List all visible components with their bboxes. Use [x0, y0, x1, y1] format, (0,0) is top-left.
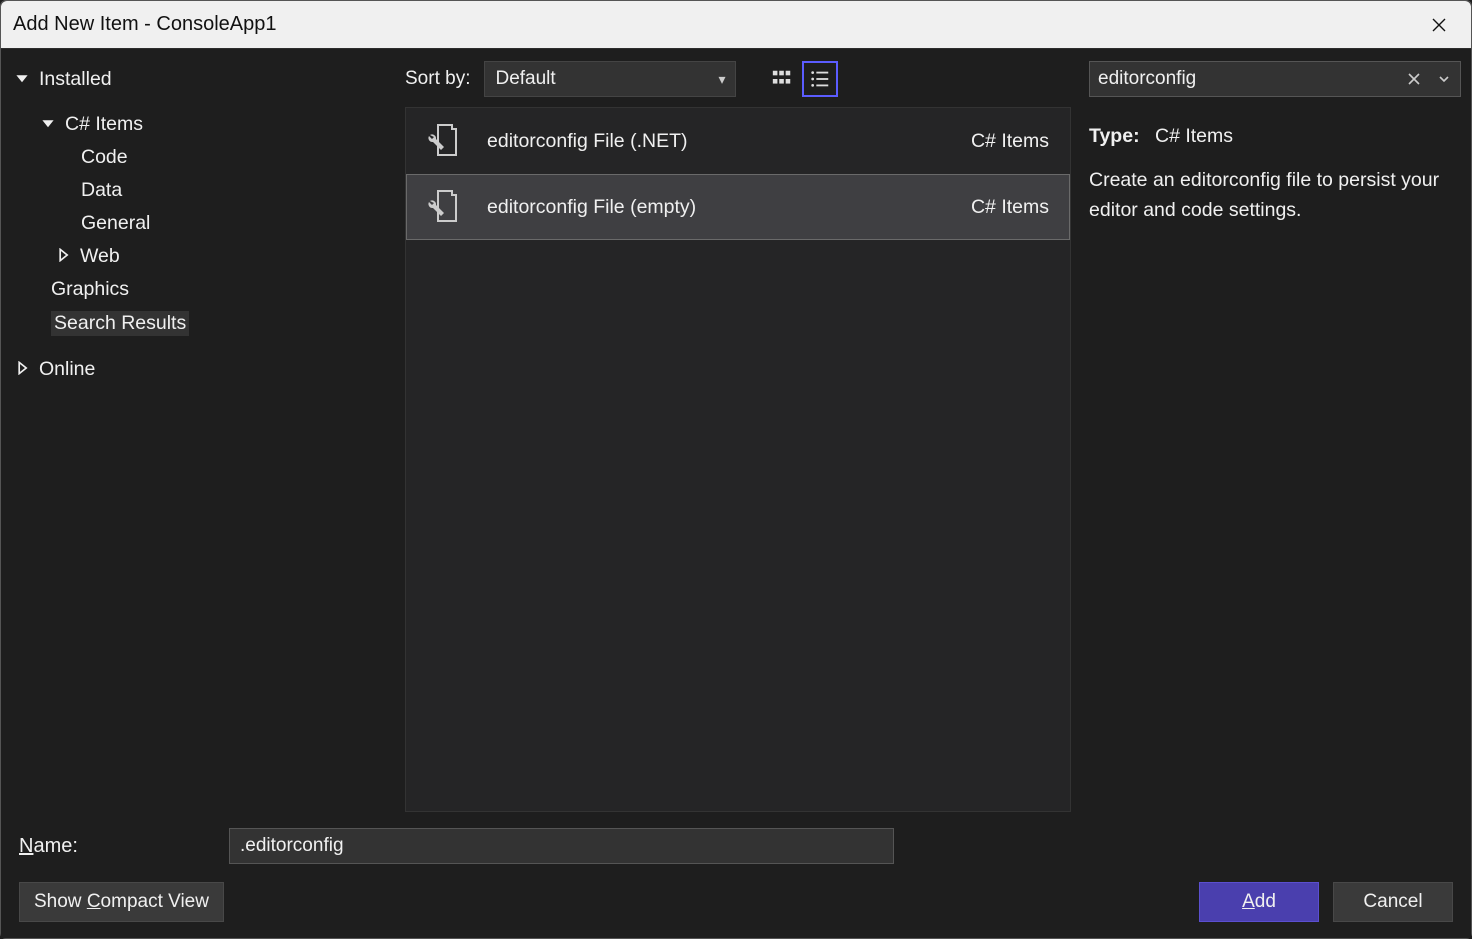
- name-input[interactable]: [229, 828, 894, 864]
- expand-collapse-icon: [56, 245, 70, 268]
- tree-label: Code: [81, 146, 128, 169]
- template-category: C# Items: [971, 130, 1049, 153]
- titlebar: Add New Item - ConsoleApp1: [1, 1, 1471, 49]
- view-medium-icons-button[interactable]: [764, 61, 800, 97]
- template-label: editorconfig File (.NET): [487, 130, 947, 153]
- template-toolbar: Sort by: Default ▾: [401, 49, 1075, 107]
- sortby-dropdown[interactable]: Default ▾: [484, 61, 736, 97]
- template-category: C# Items: [971, 196, 1049, 219]
- tree-item-code[interactable]: Code: [1, 141, 401, 174]
- clear-search-button[interactable]: [1402, 64, 1426, 94]
- template-list: editorconfig File (.NET) C# Items editor…: [405, 107, 1071, 812]
- tree-label: Web: [80, 245, 120, 268]
- tree-label: Online: [39, 358, 95, 381]
- type-value: C# Items: [1155, 125, 1233, 147]
- tree-label: Search Results: [51, 311, 189, 336]
- template-details: Type: C# Items Create an editorconfig fi…: [1089, 121, 1461, 226]
- search-input-container: [1089, 61, 1461, 97]
- tree-item-general[interactable]: General: [1, 207, 401, 240]
- template-item-editorconfig-dotnet[interactable]: editorconfig File (.NET) C# Items: [406, 108, 1070, 174]
- file-wrench-icon: [417, 121, 463, 161]
- name-label: Name:: [19, 835, 209, 858]
- close-icon: [1431, 17, 1447, 33]
- view-details-button[interactable]: [802, 61, 838, 97]
- close-button[interactable]: [1419, 5, 1459, 45]
- cancel-button[interactable]: Cancel: [1333, 882, 1453, 922]
- chevron-down-icon: [1439, 74, 1449, 84]
- sortby-label: Sort by:: [405, 68, 470, 90]
- tree-item-data[interactable]: Data: [1, 174, 401, 207]
- tree-item-online[interactable]: Online: [1, 353, 401, 386]
- tree-item-installed[interactable]: Installed: [1, 63, 401, 96]
- template-panel: Sort by: Default ▾ editorconfig File (.N…: [401, 49, 1075, 816]
- type-label: Type:: [1089, 125, 1140, 147]
- tree-item-web[interactable]: Web: [1, 240, 401, 273]
- add-button[interactable]: Add: [1199, 882, 1319, 922]
- expand-collapse-icon: [15, 68, 29, 91]
- tree-label: General: [81, 212, 150, 235]
- chevron-down-icon: ▾: [718, 71, 725, 88]
- category-sidebar: Installed C# Items Code Data General Web…: [1, 49, 401, 816]
- tree-label: C# Items: [65, 113, 143, 136]
- details-panel: Type: C# Items Create an editorconfig fi…: [1075, 49, 1471, 816]
- template-item-editorconfig-empty[interactable]: editorconfig File (empty) C# Items: [406, 174, 1070, 240]
- expand-collapse-icon: [15, 358, 29, 381]
- grid-icon: [771, 68, 793, 90]
- tree-label: Data: [81, 179, 122, 202]
- tree-item-graphics[interactable]: Graphics: [1, 273, 401, 306]
- expand-collapse-icon: [41, 113, 55, 136]
- main-area: Installed C# Items Code Data General Web…: [1, 49, 1471, 816]
- search-input[interactable]: [1098, 68, 1396, 90]
- window-title: Add New Item - ConsoleApp1: [13, 13, 276, 36]
- list-icon: [809, 68, 831, 90]
- search-options-dropdown[interactable]: [1432, 64, 1456, 94]
- tree-label: Graphics: [51, 278, 129, 301]
- footer: Name: Show Compact View Add Cancel: [1, 816, 1471, 938]
- close-icon: [1407, 72, 1421, 86]
- template-description: Create an editorconfig file to persist y…: [1089, 165, 1461, 225]
- show-compact-view-button[interactable]: Show Compact View: [19, 882, 224, 922]
- sortby-value: Default: [495, 68, 555, 90]
- file-wrench-icon: [417, 187, 463, 227]
- tree-item-search-results[interactable]: Search Results: [1, 306, 401, 341]
- tree-item-csharp-items[interactable]: C# Items: [1, 108, 401, 141]
- template-label: editorconfig File (empty): [487, 196, 947, 219]
- tree-label: Installed: [39, 68, 112, 91]
